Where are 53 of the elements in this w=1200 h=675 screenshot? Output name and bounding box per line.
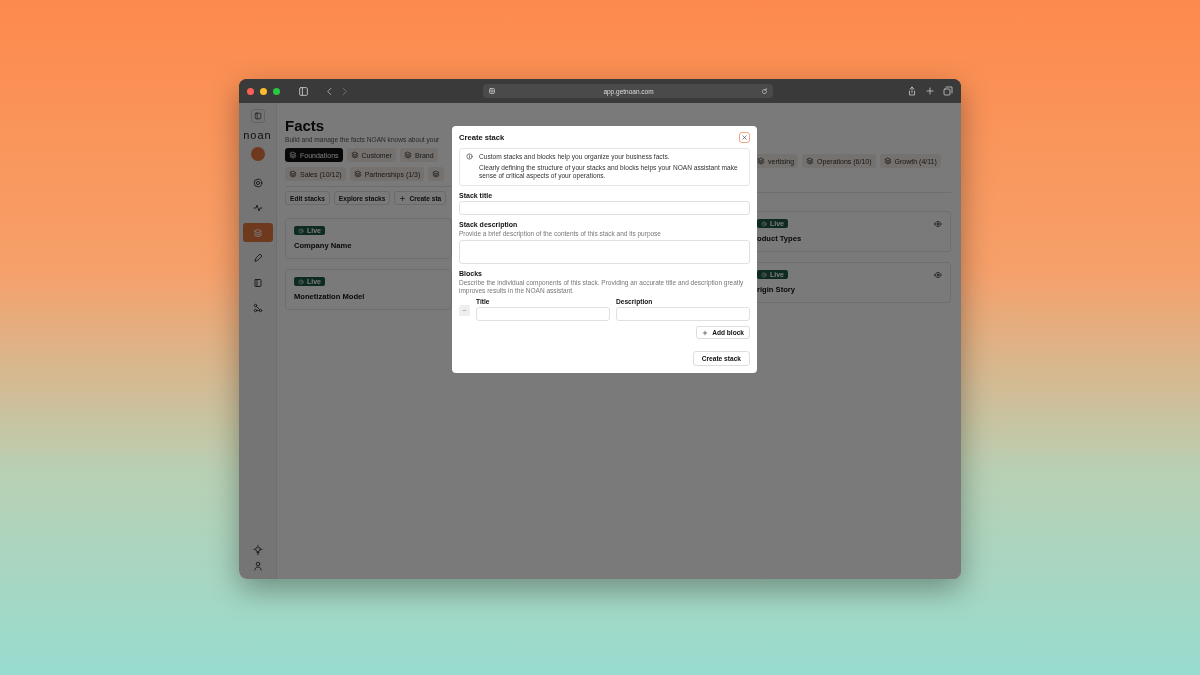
sidebar-toggle-button[interactable] [250, 109, 265, 123]
block-title-field[interactable] [476, 307, 610, 322]
activity-icon [252, 202, 263, 213]
zoom-button[interactable] [273, 87, 280, 95]
tabs-icon [943, 86, 953, 96]
bulb-icon [252, 545, 263, 555]
clock-icon [761, 220, 767, 227]
back-icon [325, 86, 334, 96]
stack-icon [289, 151, 297, 159]
plus-icon [399, 194, 407, 202]
block-description-field[interactable] [616, 307, 750, 322]
book-icon [252, 277, 263, 288]
page-icon [488, 87, 496, 95]
stack-icon [757, 157, 765, 165]
remove-block-button[interactable] [459, 305, 470, 317]
title-field[interactable] [459, 200, 750, 215]
forward-icon [340, 86, 349, 96]
close-button[interactable] [739, 132, 750, 143]
eye-icon [934, 219, 942, 228]
plus-icon [925, 86, 935, 96]
sidebar-toggle-icon [298, 85, 309, 97]
logo: noan [243, 129, 272, 141]
settings-icon [252, 177, 263, 188]
profile-button[interactable] [252, 561, 263, 571]
reload-icon [761, 87, 768, 95]
avatar[interactable] [250, 147, 265, 161]
user-icon [252, 561, 263, 571]
share-icon [907, 86, 917, 96]
panel-icon [253, 112, 262, 120]
stack-icon [289, 170, 297, 178]
stack-icon [353, 170, 362, 178]
info-icon [466, 153, 473, 160]
minimize-button[interactable] [260, 87, 267, 95]
stack-icon [806, 157, 815, 165]
theme-button[interactable] [252, 545, 263, 555]
stack-icon [252, 227, 263, 238]
stack-icon [403, 151, 412, 159]
clock-icon [298, 227, 304, 234]
stack-icon [432, 170, 441, 178]
close-window-button[interactable] [247, 87, 254, 95]
page-title: Facts [285, 117, 326, 135]
clock-icon [761, 271, 767, 278]
clock-icon [298, 278, 304, 285]
sidebar-item[interactable] [242, 223, 273, 242]
plus-icon [702, 329, 709, 336]
pencil-icon [252, 252, 263, 263]
category-tab[interactable] [428, 167, 445, 181]
stack-icon [350, 151, 359, 159]
description-field[interactable] [459, 239, 750, 264]
stack-icon [883, 157, 892, 165]
eye-icon [934, 270, 942, 279]
close-icon [741, 134, 748, 141]
nodes-icon [252, 302, 263, 313]
